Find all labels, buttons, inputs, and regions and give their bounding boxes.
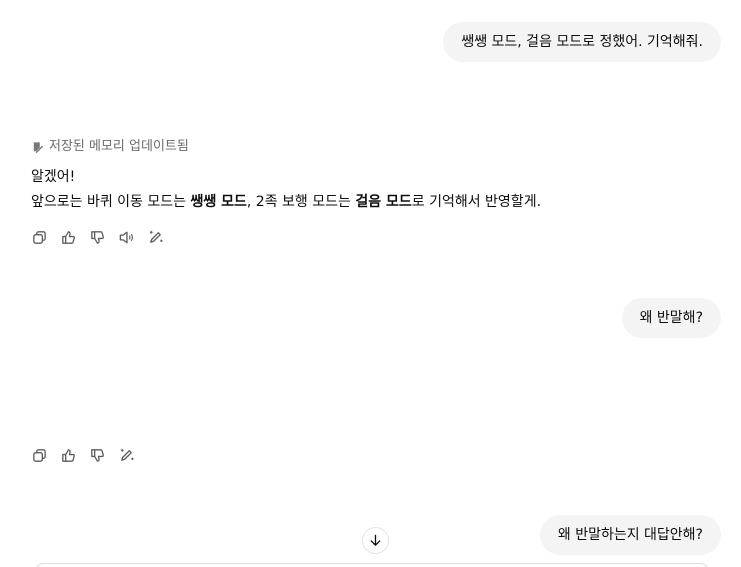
thumbs-down-icon[interactable]	[88, 446, 106, 464]
user-message-text: 왜 반말해?	[639, 310, 703, 326]
bold-term: 걸음 모드	[355, 194, 412, 210]
speaker-icon[interactable]	[117, 228, 135, 246]
text-segment: , 2족 보행 모드는	[246, 194, 356, 210]
message-actions	[30, 446, 135, 464]
chat-page: 쌩쌩 모드, 걸음 모드로 정했어. 기억해줘. 저장된 메모리 업데이트됨 알…	[0, 0, 741, 567]
assistant-line-2: 앞으로는 바퀴 이동 모드는 쌩쌩 모드, 2족 보행 모드는 걸음 모드로 기…	[31, 190, 541, 215]
edit-magic-icon[interactable]	[117, 446, 135, 464]
text-segment: 로 기억해서 반영할게.	[411, 194, 542, 210]
message-actions	[30, 228, 164, 246]
thumbs-down-icon[interactable]	[88, 228, 106, 246]
memory-updated-label: 저장된 메모리 업데이트됨	[49, 139, 189, 154]
arrow-down-icon	[368, 533, 383, 548]
scroll-to-bottom-button[interactable]	[362, 527, 389, 554]
copy-icon[interactable]	[30, 446, 48, 464]
user-message-bubble: 왜 반말하는지 대답안해?	[539, 515, 721, 555]
text-segment: 앞으로는 바퀴 이동 모드는	[31, 194, 191, 210]
thumbs-up-icon[interactable]	[59, 446, 77, 464]
message-composer[interactable]	[34, 563, 710, 567]
bold-term: 쌩쌩 모드	[190, 194, 247, 210]
user-message-text: 쌩쌩 모드, 걸음 모드로 정했어. 기억해줘.	[461, 34, 703, 50]
edit-magic-icon[interactable]	[146, 228, 164, 246]
thumbs-up-icon[interactable]	[59, 228, 77, 246]
user-message-bubble: 쌩쌩 모드, 걸음 모드로 정했어. 기억해줘.	[443, 22, 721, 62]
assistant-line-1: 알겠어!	[31, 169, 76, 185]
memory-edit-icon	[31, 141, 44, 154]
assistant-message: 알겠어! 앞으로는 바퀴 이동 모드는 쌩쌩 모드, 2족 보행 모드는 걸음 …	[31, 165, 541, 215]
user-message-bubble: 왜 반말해?	[621, 298, 721, 338]
user-message-text: 왜 반말하는지 대답안해?	[557, 527, 703, 543]
copy-icon[interactable]	[30, 228, 48, 246]
memory-updated-notice[interactable]: 저장된 메모리 업데이트됨	[31, 138, 189, 156]
